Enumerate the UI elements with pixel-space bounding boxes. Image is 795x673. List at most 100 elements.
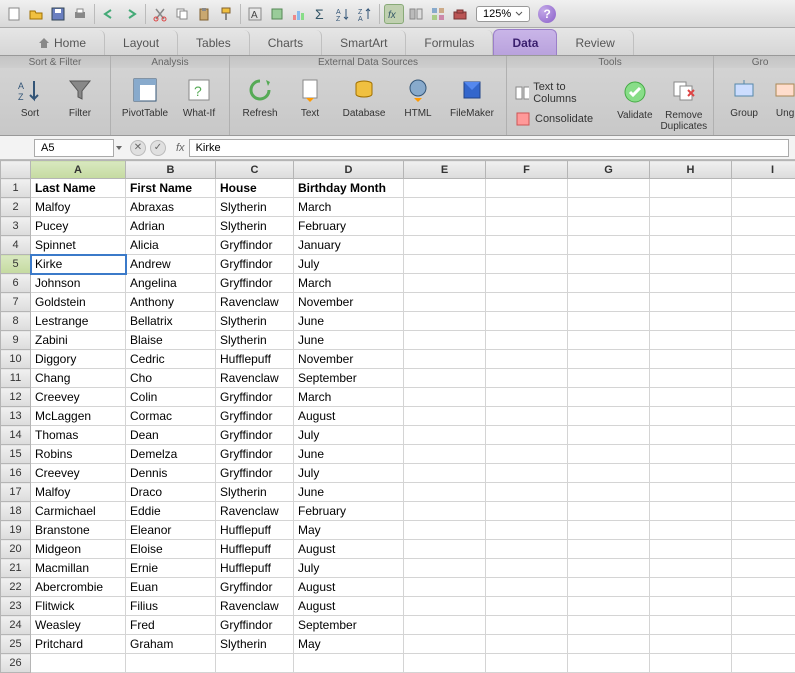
- cell[interactable]: [732, 388, 795, 407]
- cell[interactable]: Gryffindor: [216, 464, 294, 483]
- cell[interactable]: [404, 502, 486, 521]
- cell[interactable]: [650, 559, 732, 578]
- cell[interactable]: [404, 331, 486, 350]
- cell[interactable]: [732, 654, 795, 673]
- cell[interactable]: [568, 293, 650, 312]
- cell[interactable]: Robins: [31, 445, 126, 464]
- cell[interactable]: [732, 312, 795, 331]
- cell[interactable]: [486, 635, 568, 654]
- row-header[interactable]: 6: [1, 274, 31, 293]
- group-button[interactable]: Group: [720, 72, 768, 121]
- toolbox-icon[interactable]: [450, 4, 470, 24]
- cell[interactable]: [650, 236, 732, 255]
- cell[interactable]: Pritchard: [31, 635, 126, 654]
- cell[interactable]: Dean: [126, 426, 216, 445]
- cell[interactable]: [404, 426, 486, 445]
- fx-label[interactable]: fx: [176, 142, 185, 154]
- row-header[interactable]: 20: [1, 540, 31, 559]
- cell[interactable]: [568, 198, 650, 217]
- row-header[interactable]: 26: [1, 654, 31, 673]
- formula-input[interactable]: [189, 139, 789, 157]
- cell[interactable]: August: [294, 597, 404, 616]
- cell[interactable]: [404, 198, 486, 217]
- cell[interactable]: July: [294, 426, 404, 445]
- html-import-button[interactable]: HTML: [394, 72, 442, 121]
- undo-icon[interactable]: [99, 4, 119, 24]
- cell[interactable]: [732, 635, 795, 654]
- cell[interactable]: [486, 255, 568, 274]
- cell[interactable]: Gryffindor: [216, 407, 294, 426]
- cell[interactable]: [486, 483, 568, 502]
- cell[interactable]: [650, 293, 732, 312]
- cell[interactable]: [650, 388, 732, 407]
- cell[interactable]: Slytherin: [216, 312, 294, 331]
- cell[interactable]: [486, 521, 568, 540]
- cell[interactable]: [732, 255, 795, 274]
- cell[interactable]: [650, 331, 732, 350]
- cell[interactable]: Cedric: [126, 350, 216, 369]
- cell[interactable]: June: [294, 445, 404, 464]
- cell[interactable]: Carmichael: [31, 502, 126, 521]
- cell[interactable]: [568, 388, 650, 407]
- cell[interactable]: [404, 407, 486, 426]
- cell[interactable]: [404, 293, 486, 312]
- chart-icon[interactable]: [289, 4, 309, 24]
- cell[interactable]: Anthony: [126, 293, 216, 312]
- cell[interactable]: Cormac: [126, 407, 216, 426]
- cell[interactable]: Abraxas: [126, 198, 216, 217]
- cell[interactable]: [486, 445, 568, 464]
- database-import-button[interactable]: Database: [336, 72, 392, 121]
- tab-charts[interactable]: Charts: [250, 30, 322, 55]
- name-box-dropdown-icon[interactable]: [114, 143, 124, 153]
- cell[interactable]: Gryffindor: [216, 426, 294, 445]
- row-header[interactable]: 17: [1, 483, 31, 502]
- cell[interactable]: [568, 616, 650, 635]
- cell[interactable]: Fred: [126, 616, 216, 635]
- cell[interactable]: Hufflepuff: [216, 559, 294, 578]
- row-header[interactable]: 15: [1, 445, 31, 464]
- cell[interactable]: [732, 274, 795, 293]
- cell[interactable]: November: [294, 293, 404, 312]
- cell[interactable]: [732, 521, 795, 540]
- cell[interactable]: June: [294, 312, 404, 331]
- cell[interactable]: [486, 179, 568, 198]
- tab-review[interactable]: Review: [557, 30, 633, 55]
- cell[interactable]: Graham: [126, 635, 216, 654]
- cell[interactable]: [568, 559, 650, 578]
- cell[interactable]: September: [294, 369, 404, 388]
- row-header[interactable]: 11: [1, 369, 31, 388]
- cell[interactable]: June: [294, 483, 404, 502]
- row-header[interactable]: 18: [1, 502, 31, 521]
- cell[interactable]: Ravenclaw: [216, 369, 294, 388]
- cell[interactable]: [568, 654, 650, 673]
- cell[interactable]: [568, 521, 650, 540]
- tab-home[interactable]: Home: [20, 30, 105, 55]
- cell[interactable]: [650, 217, 732, 236]
- cell[interactable]: [568, 331, 650, 350]
- validate-button[interactable]: Validate: [613, 74, 656, 123]
- cell[interactable]: [568, 255, 650, 274]
- cell[interactable]: [650, 255, 732, 274]
- cell[interactable]: Euan: [126, 578, 216, 597]
- format-painter-icon[interactable]: [216, 4, 236, 24]
- cell[interactable]: Filius: [126, 597, 216, 616]
- cell[interactable]: [732, 616, 795, 635]
- cell[interactable]: [568, 483, 650, 502]
- column-header[interactable]: H: [650, 161, 732, 179]
- cell[interactable]: [732, 293, 795, 312]
- cell[interactable]: [732, 350, 795, 369]
- cell[interactable]: Gryffindor: [216, 578, 294, 597]
- cell[interactable]: May: [294, 635, 404, 654]
- sort-button[interactable]: AZ Sort: [6, 72, 54, 121]
- row-header[interactable]: 2: [1, 198, 31, 217]
- text-import-button[interactable]: Text: [286, 72, 334, 121]
- select-all-corner[interactable]: [1, 161, 31, 179]
- cell[interactable]: March: [294, 198, 404, 217]
- cell[interactable]: [486, 407, 568, 426]
- cell[interactable]: Branstone: [31, 521, 126, 540]
- cell[interactable]: Slytherin: [216, 635, 294, 654]
- cell[interactable]: [486, 597, 568, 616]
- cell[interactable]: [732, 483, 795, 502]
- sum-icon[interactable]: Σ: [311, 4, 331, 24]
- cell[interactable]: Gryffindor: [216, 616, 294, 635]
